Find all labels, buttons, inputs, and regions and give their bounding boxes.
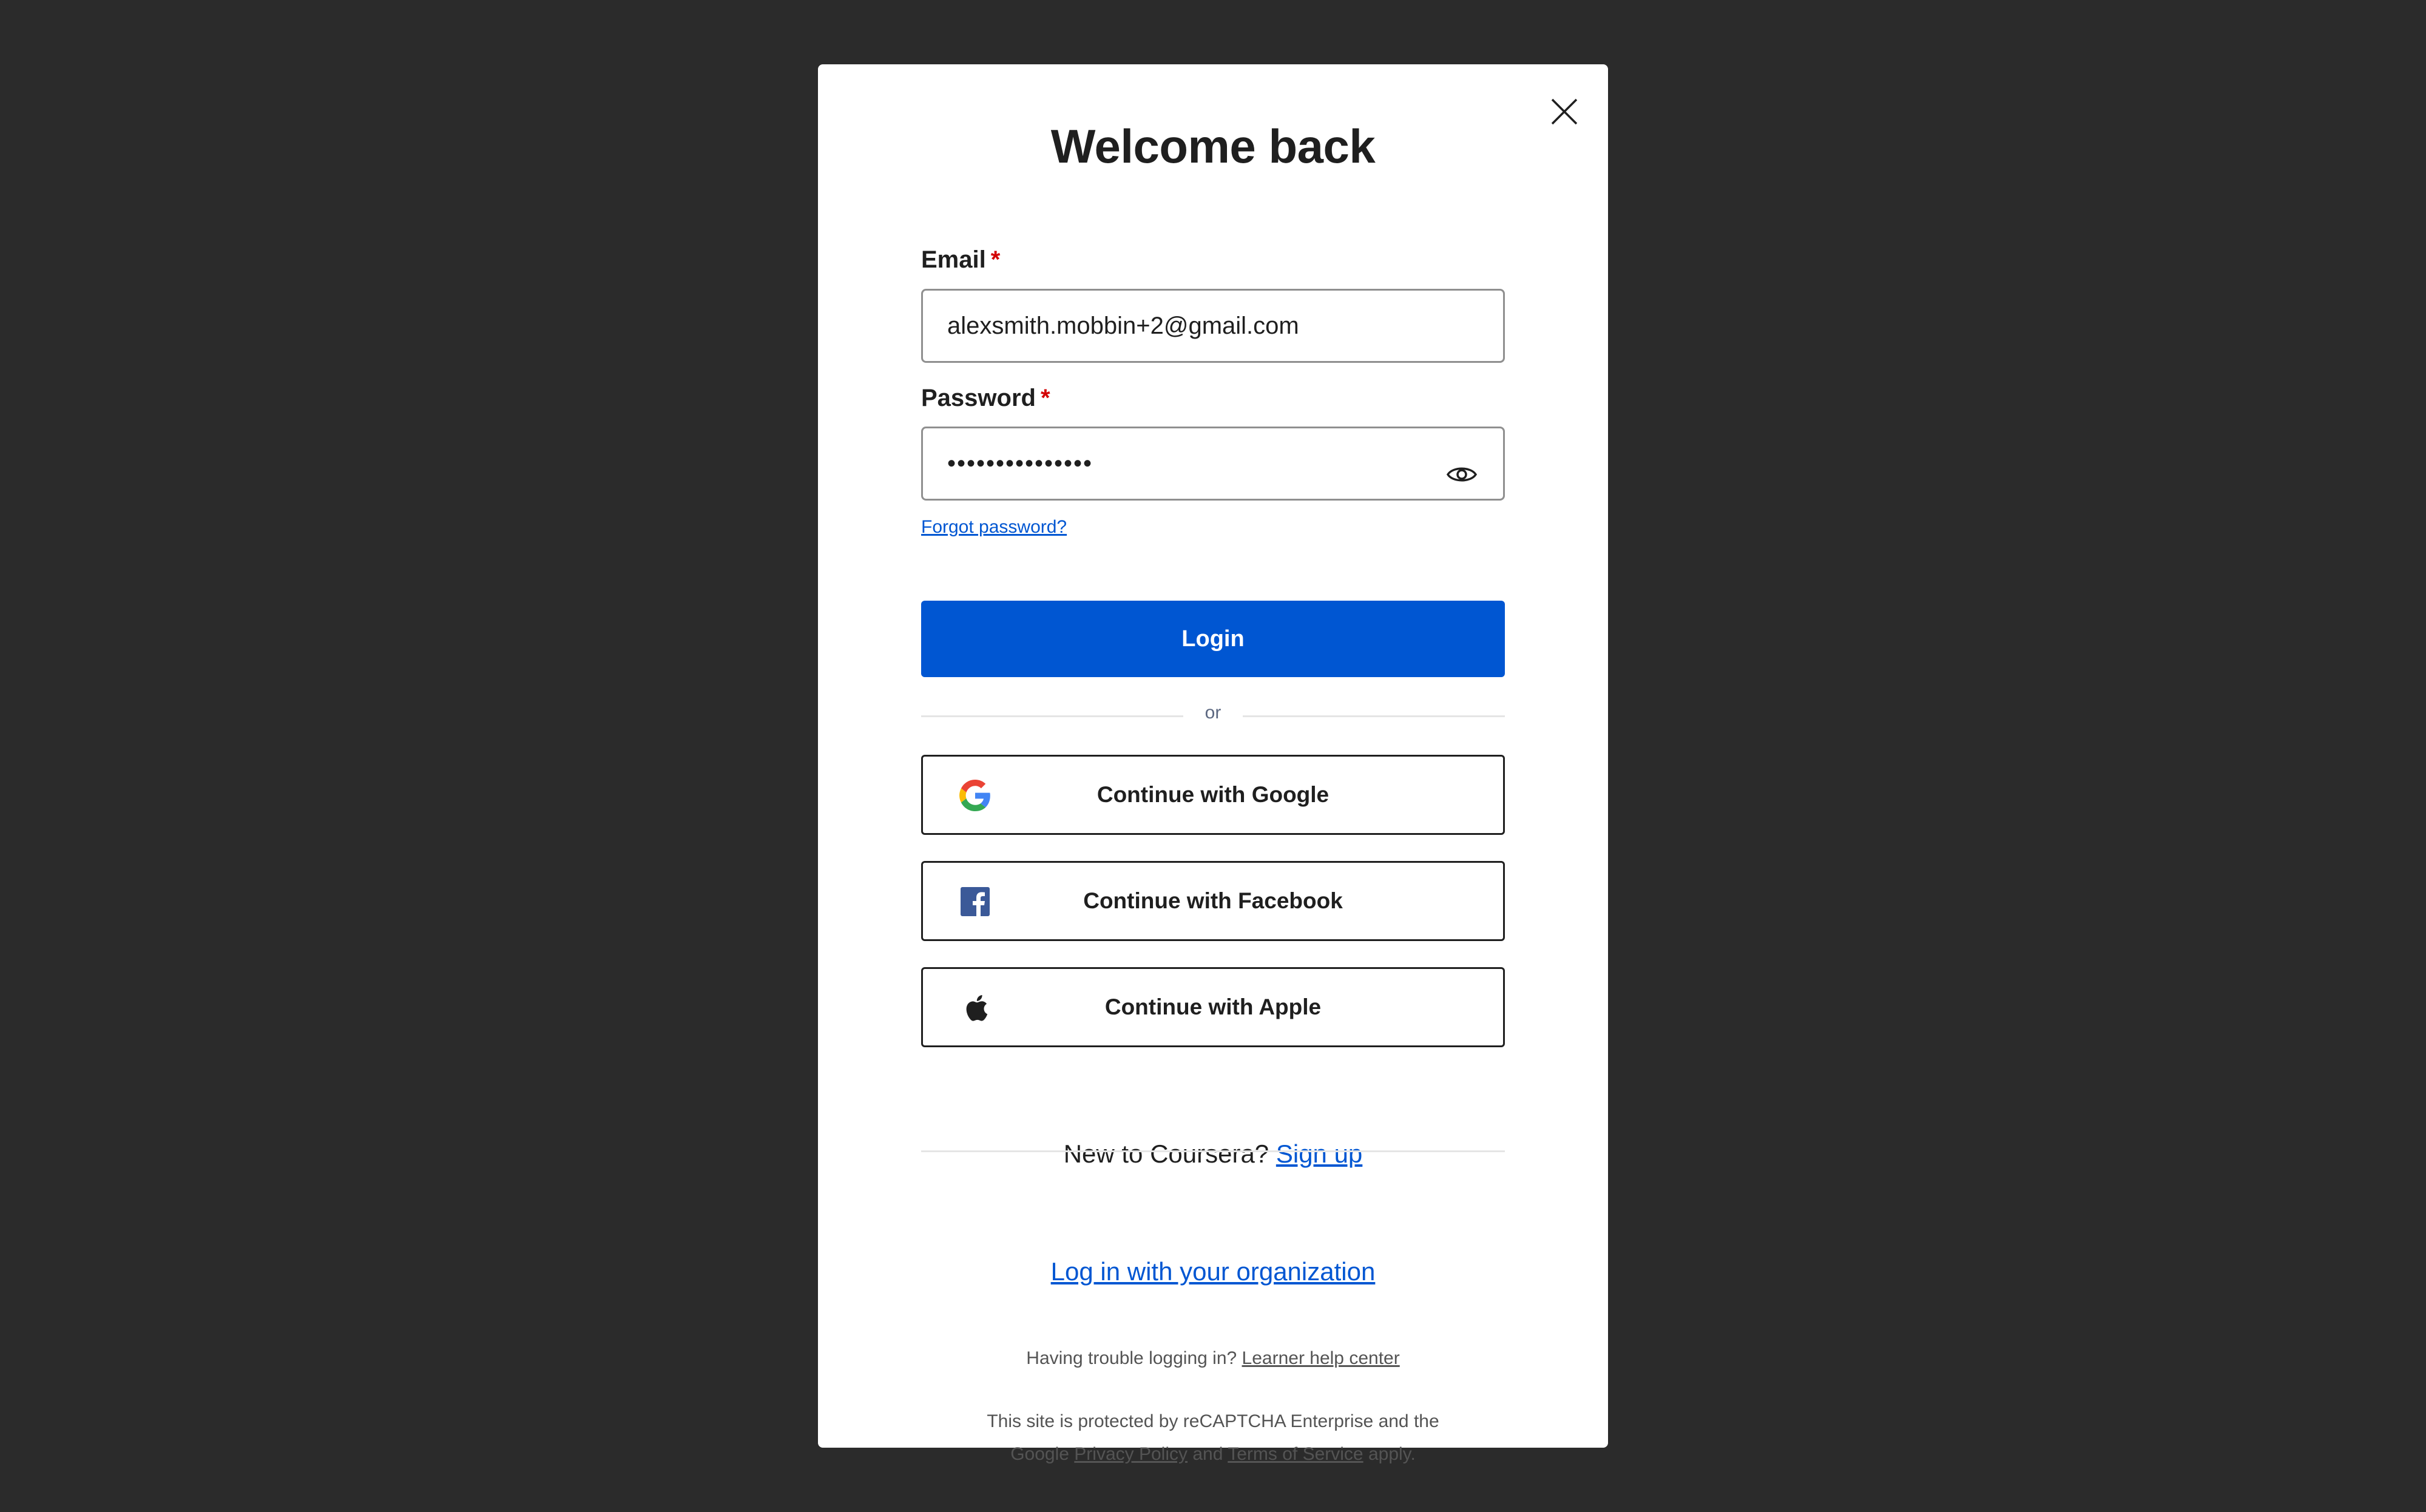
email-input[interactable] (921, 289, 1505, 363)
google-button-label: Continue with Google (1096, 782, 1330, 807)
org-login-link[interactable]: Log in with your organization (1051, 1257, 1376, 1286)
continue-with-google-button[interactable]: Continue with Google (921, 755, 1505, 835)
apple-button-label: Continue with Apple (1104, 994, 1322, 1019)
divider-or: or (1205, 703, 1221, 723)
help-prompt: Having trouble logging in? (1026, 1348, 1237, 1368)
password-label: Password * (921, 385, 1050, 411)
login-modal: Welcome back Email* Password* ••••••••••… (818, 64, 1608, 1464)
continue-with-facebook-button[interactable]: Continue with Facebook (921, 861, 1505, 941)
signup-link[interactable]: Sign up (1276, 1139, 1362, 1168)
recaptcha-line1: This site is protected by reCAPTCHA Ente… (987, 1411, 1439, 1431)
help-center-link[interactable]: Learner help center (1242, 1348, 1400, 1368)
login-button[interactable]: Login (921, 601, 1505, 677)
privacy-policy-link[interactable]: Privacy Policy (1074, 1444, 1188, 1464)
eye-icon (1447, 467, 1477, 482)
show-password-button[interactable] (1434, 447, 1489, 502)
recaptcha-notice: This site is protected by reCAPTCHA Ente… (818, 1405, 1608, 1471)
required-mark: * (1040, 385, 1050, 411)
recaptcha-line2: Google Privacy Policy and Terms of Servi… (1010, 1444, 1416, 1464)
password-masked-value: ••••••••••••••• (947, 450, 1093, 477)
apple-icon (959, 992, 991, 1024)
forgot-password-link[interactable]: Forgot password? (921, 517, 1067, 538)
continue-with-apple-button[interactable]: Continue with Apple (921, 967, 1505, 1047)
signup-row: New to Coursera? Sign up (818, 1139, 1608, 1169)
terms-of-service-link[interactable]: Terms of Service (1228, 1444, 1363, 1464)
password-input[interactable]: ••••••••••••••• (921, 427, 1505, 501)
signup-prompt: New to Coursera? (1063, 1139, 1269, 1168)
section-divider (921, 1150, 1505, 1152)
divider-line-right (1243, 715, 1505, 717)
email-label: Email * (921, 246, 1001, 273)
google-icon (959, 780, 991, 811)
help-row: Having trouble logging in? Learner help … (818, 1348, 1608, 1369)
facebook-icon (959, 886, 991, 917)
page-title: Welcome back (1050, 120, 1376, 173)
facebook-button-label: Continue with Facebook (1083, 888, 1343, 913)
required-mark: * (990, 246, 1001, 273)
org-login-row: Log in with your organization (818, 1257, 1608, 1286)
